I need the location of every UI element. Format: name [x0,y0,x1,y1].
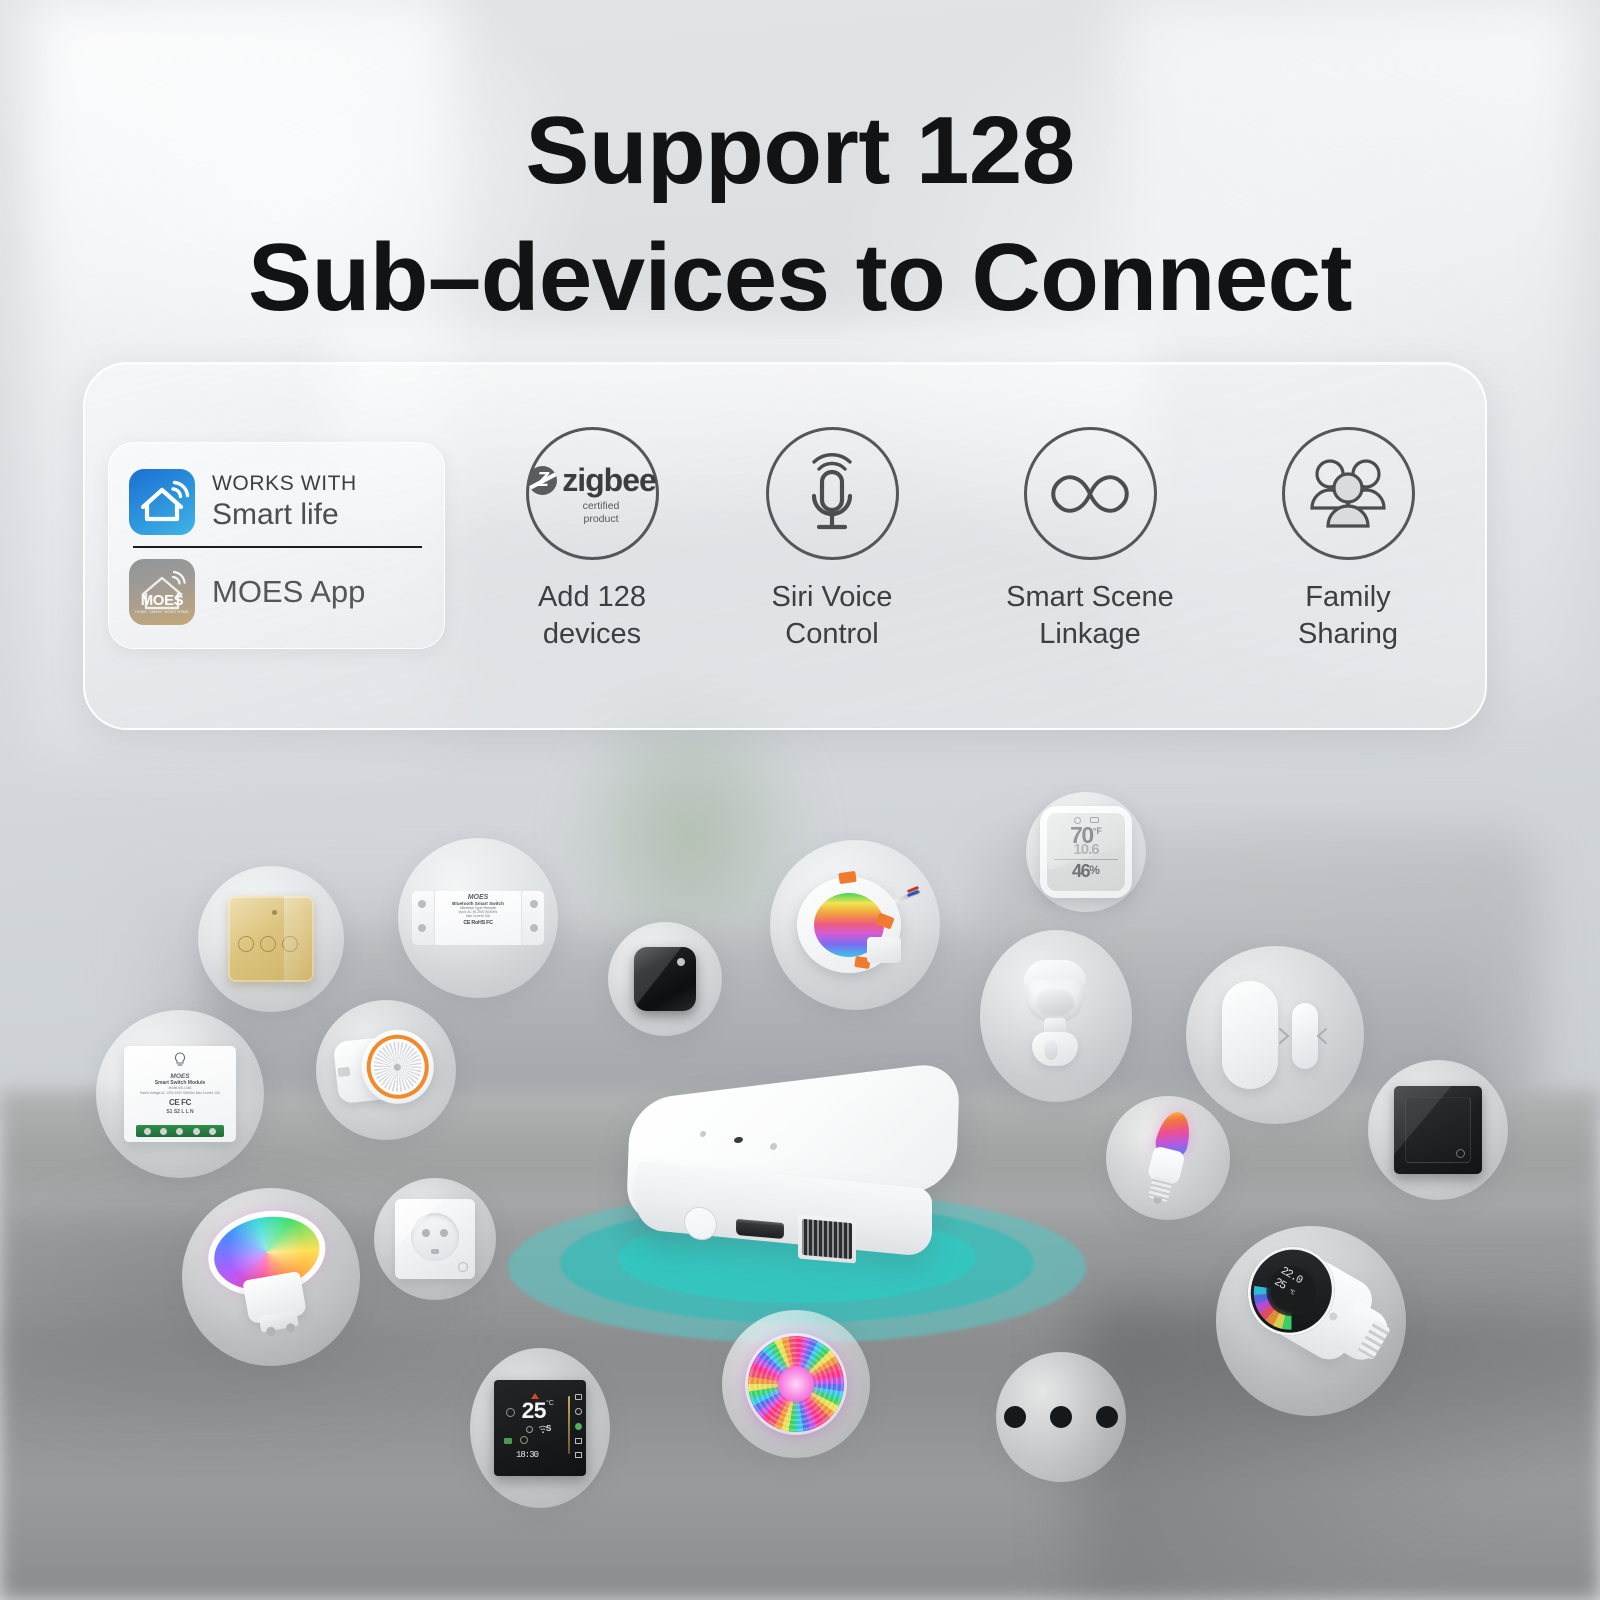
rgb-candle-bulb [1129,1106,1206,1211]
family-group-icon [1281,427,1415,560]
moes-smart-switch-module: MOES Smart Switch Module Model:MS-104B Ra… [124,1046,236,1142]
black-thermostat-panel: 25 °C S 18:30 [494,1380,586,1476]
eu-wall-socket [395,1199,475,1279]
rj45-ethernet-port [798,1214,856,1264]
bubble-rgb-gu10-spotlight[interactable] [182,1188,360,1366]
feature-label-add-devices: Add 128 devices [537,581,647,651]
works-with-eyebrow: WORKS WITH [212,472,357,496]
bubble-smart-radiator-valve[interactable]: 22.0 25 °C [1216,1226,1406,1416]
bubble-ir-remote-controller[interactable] [608,922,722,1036]
bubble-siren-alarm-sensor[interactable] [316,1000,456,1140]
feature-label-smart-scene: Smart Scene Linkage [1006,581,1174,651]
zigbee-wordmark: zigbee [562,461,657,498]
bubble-black-thermostat-panel[interactable]: 25 °C S 18:30 [470,1348,610,1508]
works-with-apps-card: WORKS WITH Smart life MOES HOME, SMART M… [108,442,445,649]
bubble-black-wall-switch[interactable] [1368,1060,1508,1200]
smart-life-text: WORKS WITH Smart life [212,471,357,533]
smart-life-home-wifi-icon [129,469,195,535]
smart-radiator-thermostat-valve: 22.0 25 °C [1215,1228,1406,1414]
app-card-divider [133,546,422,548]
feature-label-family-sharing: Family Sharing [1298,581,1398,651]
bubble-door-window-contact-sensor[interactable] [1186,946,1364,1124]
headline-line-1: Support 128 [525,97,1075,204]
bubble-more-devices[interactable] [996,1352,1126,1482]
svg-text:MOES: MOES [141,592,184,609]
bubble-gold-touch-wall-switch[interactable] [198,866,344,1012]
moes-app-row[interactable]: MOES HOME, SMART MOES HOME MOES App [129,550,424,634]
bubble-pir-motion-sensor[interactable] [980,930,1132,1102]
microphone-voice-icon [765,427,899,560]
feature-smart-scene: Smart Scene Linkage [970,427,1210,653]
bubble-rgb-led-strip-reel[interactable] [722,1310,870,1458]
bubble-moes-breaker-smart-switch[interactable]: MOES Bluetooth Smart Switch Wireless Typ… [398,838,558,998]
door-window-contact-sensor [1218,981,1332,1089]
rgb-led-strip-reel [745,1333,847,1435]
feature-add-devices: Z zigbee certified product Add 128 devic… [472,427,712,653]
headline-line-2: Sub–devices to Connect [248,223,1352,331]
zigbee-certified-sub: certified product [582,499,620,525]
bubble-temperature-humidity-sensor[interactable]: 70 °F 10.6 46 % [1026,792,1146,912]
smart-life-label: Smart life [212,498,339,532]
siren-alarm-sensor [332,1024,440,1116]
zigbee-z-mark: Z [528,465,558,495]
moes-app-icon: MOES HOME, SMART MOES HOME [129,559,195,625]
zigbee-certified-icon: Z zigbee certified product [525,427,659,560]
moes-breaker-smart-switch-module: MOES Bluetooth Smart Switch Wireless Typ… [412,891,544,945]
feature-label-siri-voice: Siri Voice Control [771,581,893,651]
bubble-eu-wall-socket[interactable] [374,1178,496,1300]
feature-siri-voice: Siri Voice Control [712,427,952,653]
bubble-moes-smart-switch-module[interactable]: MOES Smart Switch Module Model:MS-104B Ra… [96,1010,264,1178]
bubble-rgb-downlight[interactable] [770,840,940,1010]
bubble-rgb-candle-bulb[interactable] [1106,1096,1230,1220]
ir-remote-controller [634,947,696,1011]
feature-family-sharing: Family Sharing [1228,427,1468,653]
moes-app-label: MOES App [212,574,366,609]
page-title: Support 128 Sub–devices to Connect [0,88,1600,341]
gold-touch-wall-switch [228,896,314,982]
pir-motion-sensor [1016,960,1096,1072]
feature-glass-card: WORKS WITH Smart life MOES HOME, SMART M… [83,362,1487,730]
temperature-humidity-sensor: 70 °F 10.6 46 % [1040,806,1132,898]
hub-body [625,1060,961,1264]
rgb-gu10-spotlight [200,1201,342,1349]
more-devices-ellipsis-icon [1004,1406,1118,1428]
svg-text:HOME, SMART MOES HOME: HOME, SMART MOES HOME [135,609,189,614]
moes-app-text: MOES App [212,574,365,610]
rgb-downlight [793,869,921,981]
smart-life-row[interactable]: WORKS WITH Smart life [129,460,424,544]
black-wall-switch [1394,1086,1482,1174]
infinity-icon [1023,427,1157,560]
